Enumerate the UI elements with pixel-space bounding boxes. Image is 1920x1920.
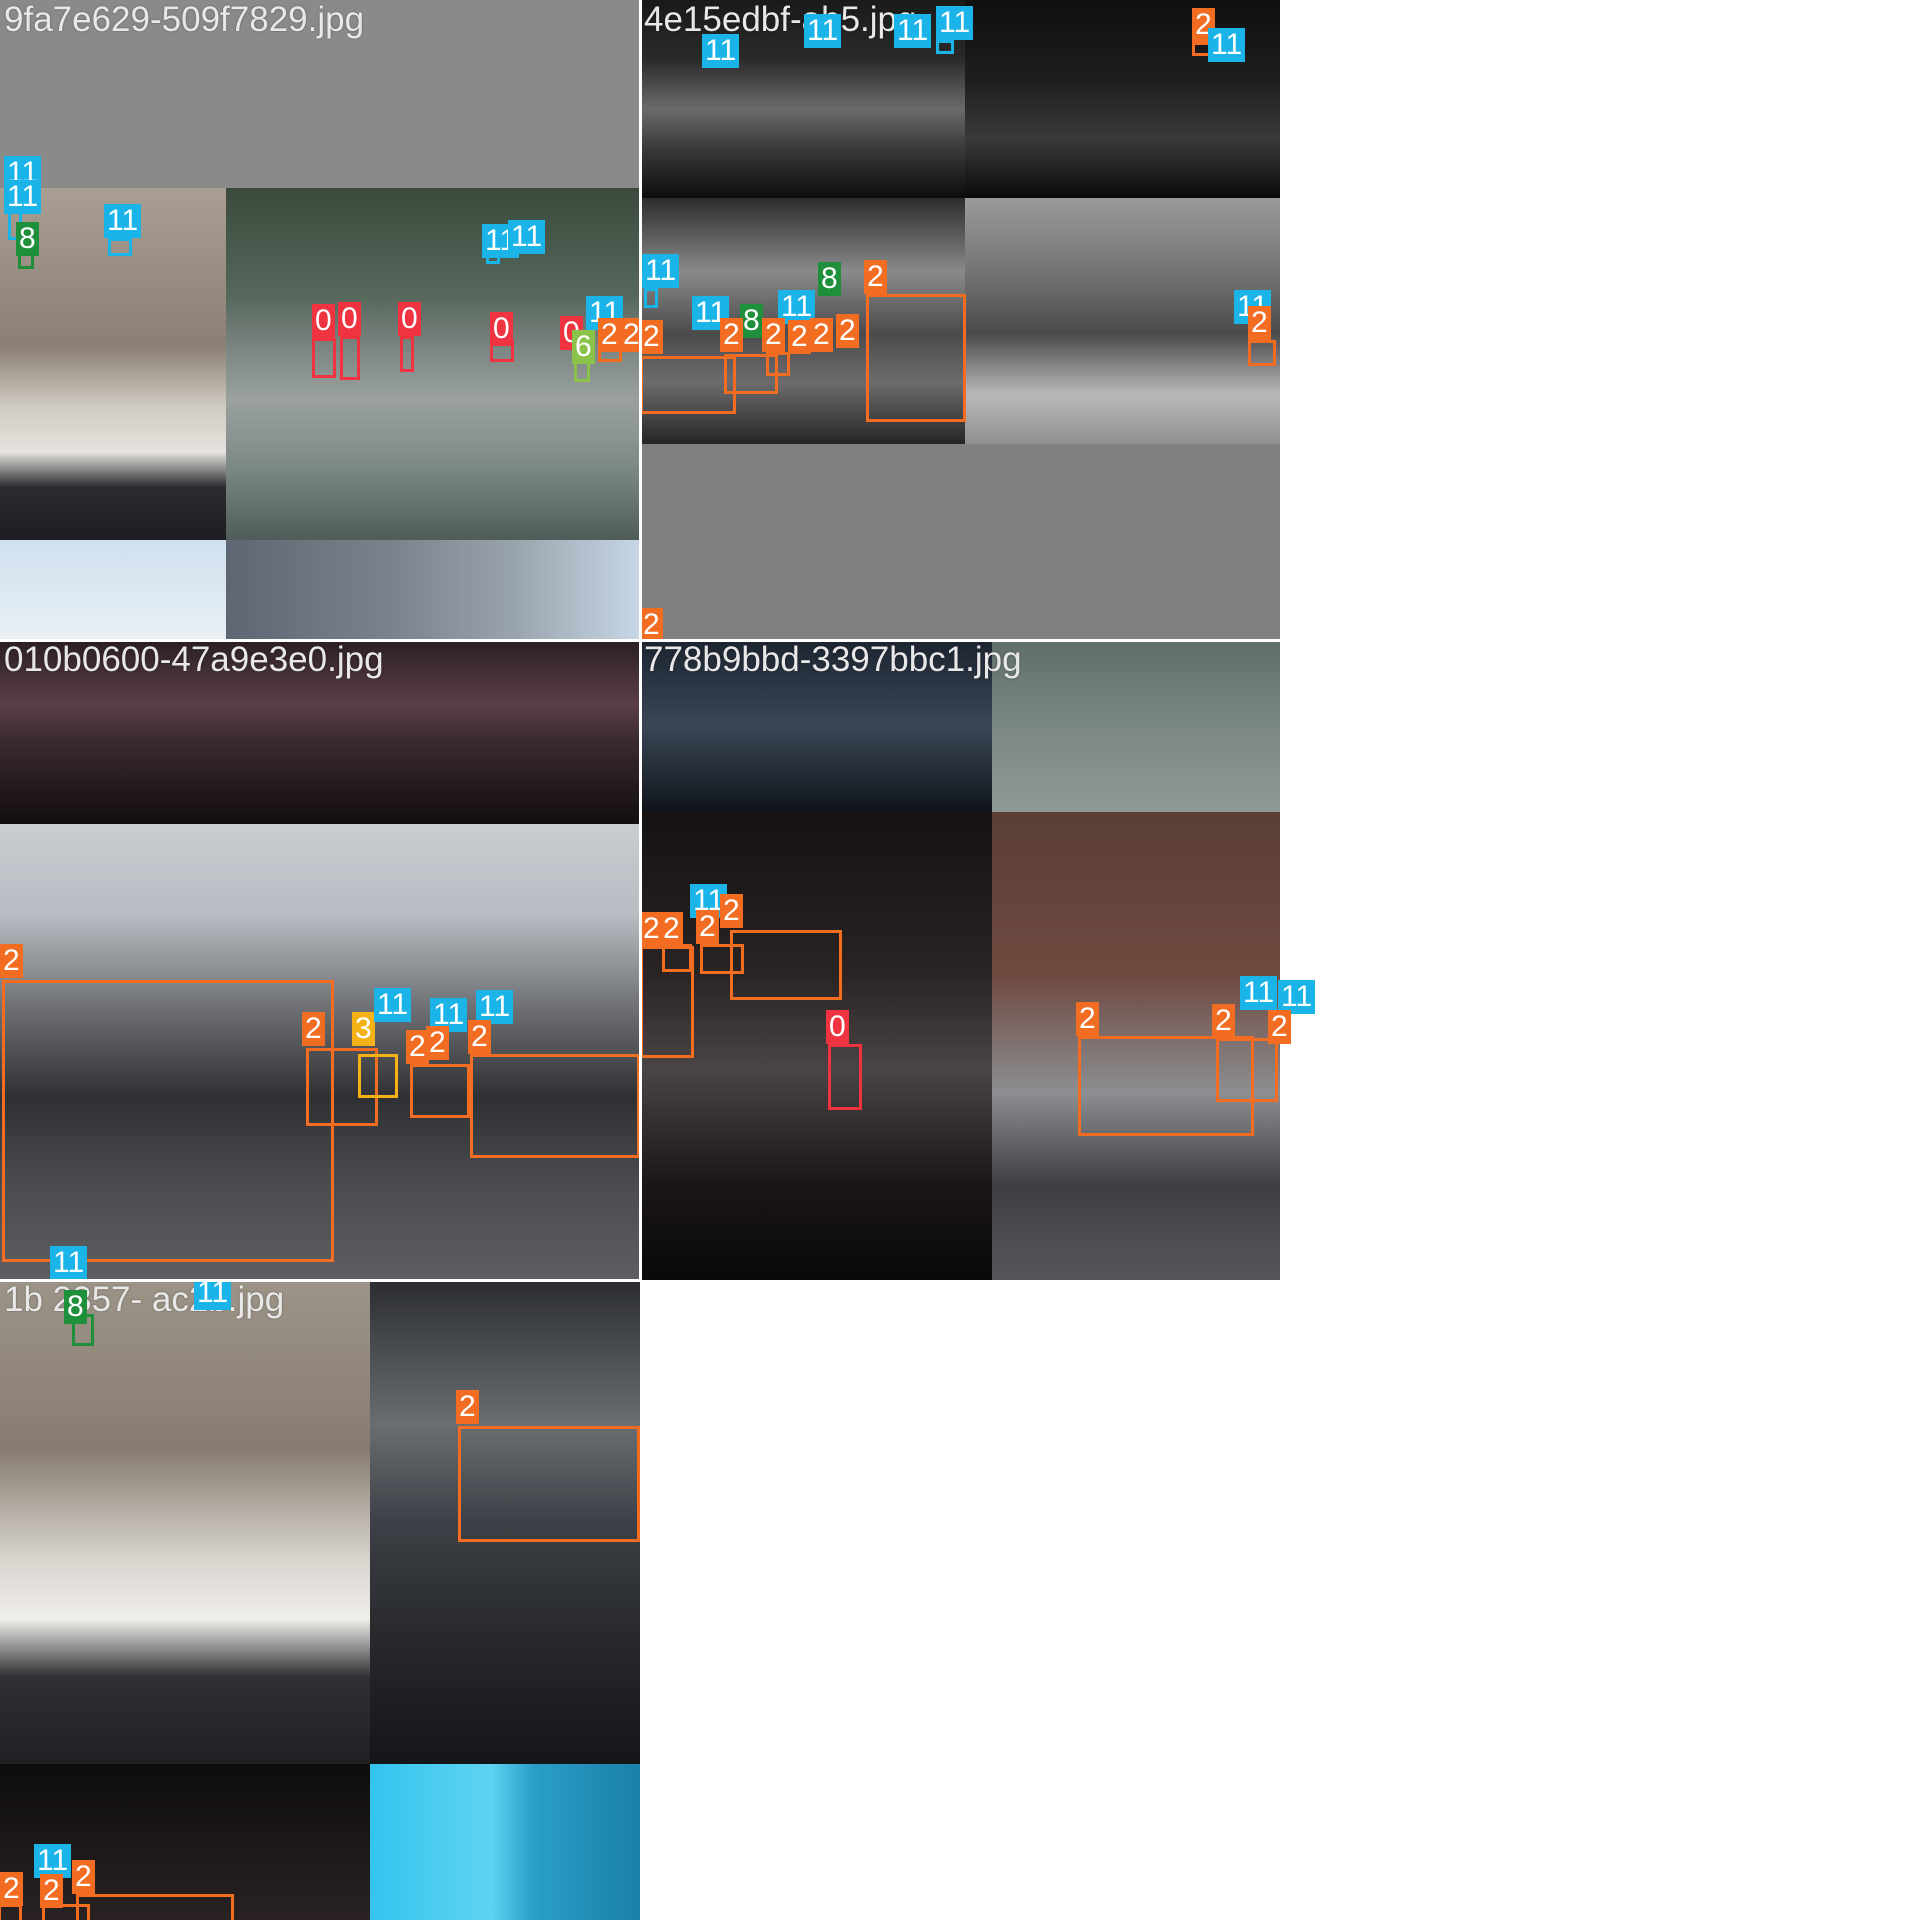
tile-1-label-3: 8: [16, 222, 39, 256]
tile-5-label-2: 8: [64, 1290, 87, 1324]
tile-1-box-7: [312, 338, 336, 378]
tile-1-label-8: 0: [338, 302, 361, 336]
tile-4-box-8: [1216, 1038, 1278, 1102]
tile-5-label-6: 2: [0, 1872, 23, 1906]
tile-1-label-15: 2: [620, 318, 640, 352]
tile-4-label-10: 11: [1278, 980, 1316, 1014]
tile-4: 778b9bbd-3397bbc1.jpg 2 2 11 2 2 0 2 2: [640, 640, 1280, 1280]
tile-3-label-8: 2: [426, 1026, 449, 1060]
tile-4-box-6: [828, 1044, 862, 1110]
tile-3-label-1: 2: [0, 944, 23, 978]
tile-2-label-6: 11: [1208, 28, 1246, 62]
tile-1-sky-photo: [0, 540, 226, 640]
tile-1-building-photo: [226, 540, 640, 640]
tile-2-label-18: 2: [836, 314, 859, 348]
tile-2-label-1: 11: [702, 34, 740, 68]
tile-3-box-7: [410, 1064, 470, 1118]
tile-1-label-12: 6: [572, 330, 595, 364]
tile-3: 010b0600-47a9e3e0.jpg 2 2 3 11 11 11 2 2…: [0, 640, 640, 1280]
tile-5-sky-building-photo: [370, 1764, 640, 1920]
tile-2-box-4: [936, 40, 954, 54]
tile-2-street-buildings: [965, 198, 1280, 444]
tile-2-label-3: 11: [894, 14, 932, 48]
tile-1-label-7: 0: [312, 304, 335, 338]
tile-5-label-7: 2: [40, 1874, 63, 1908]
tile-4-box-2: [662, 944, 692, 972]
tile-2-box-20: [1248, 340, 1276, 366]
tile-2-box-15: [766, 352, 790, 376]
tile-2-label-14: 2: [720, 318, 743, 352]
separator-horizontal-2: [0, 1279, 640, 1282]
tile-4-label-11: 2: [1268, 1010, 1291, 1044]
tile-3-label-4: 11: [374, 988, 412, 1022]
tile-2-box-13: [640, 356, 736, 414]
tile-3-label-9: 2: [468, 1020, 491, 1054]
tile-3-label-10: 11: [50, 1246, 88, 1280]
tile-5-filename: 1b 2357- ac2b.jpg: [4, 1280, 285, 1319]
tile-2-label-2: 11: [804, 14, 842, 48]
tile-5-storefront-photo: [0, 1280, 370, 1764]
tile-2-label-7: 11: [642, 254, 680, 288]
tile-3-box-3: [358, 1054, 398, 1098]
tile-5-box-8: [76, 1894, 234, 1920]
tile-2-label-20: 2: [1248, 306, 1271, 340]
tile-4-filename: 778b9bbd-3397bbc1.jpg: [644, 640, 1022, 679]
tile-3-filename: 010b0600-47a9e3e0.jpg: [4, 640, 384, 679]
tile-4-label-5: 2: [720, 894, 743, 928]
tile-1-label-9: 0: [398, 302, 421, 336]
tile-2-label-17: 2: [810, 318, 833, 352]
tile-1-label-2: 11: [4, 180, 42, 214]
tile-2-label-15: 2: [762, 318, 785, 352]
tile-4-label-2: 2: [660, 912, 683, 946]
tile-4-label-6: 0: [826, 1010, 849, 1044]
tile-1-box-9: [400, 336, 414, 372]
tile-3-box-9: [470, 1054, 640, 1158]
tile-1-label-4: 11: [104, 204, 142, 238]
detection-mosaic: 9fa7e629-509f7829.jpg 11 11 8 11 11 11 0…: [0, 0, 1920, 1920]
tile-3-label-3: 3: [352, 1012, 375, 1046]
separator-horizontal-1: [0, 639, 1280, 642]
tile-2: 4e15edbf-ab5.jpg 11 11 11 11 2 11 11 8 2…: [640, 0, 1280, 640]
tile-4-box-5: [730, 930, 842, 1000]
tile-4-label-7: 2: [1076, 1002, 1099, 1036]
tile-4-label-9: 11: [1240, 976, 1278, 1010]
tile-1: 9fa7e629-509f7829.jpg 11 11 8 11 11 11 0…: [0, 0, 640, 640]
tile-5-label-4: 2: [456, 1390, 479, 1424]
tile-4-road-photo: [992, 640, 1280, 812]
tile-1-label-14: 2: [598, 318, 621, 352]
tile-5-label-8: 2: [72, 1860, 95, 1894]
tile-5: 1b 2357- ac2b.jpg 11 8 11 2 11 2 2 2: [0, 1280, 640, 1920]
tile-2-label-4: 11: [936, 6, 974, 40]
tile-2-label-9: 2: [864, 260, 887, 294]
tile-4-label-8: 2: [1212, 1004, 1235, 1038]
tile-5-box-4: [458, 1426, 640, 1542]
tile-5-label-5: 11: [34, 1844, 72, 1878]
tile-2-label-8: 8: [818, 262, 841, 296]
tile-2-label-21: 2: [640, 608, 663, 640]
tile-4-label-4: 2: [696, 910, 719, 944]
tile-5-label-3: 11: [194, 1280, 232, 1310]
tile-1-filename: 9fa7e629-509f7829.jpg: [4, 0, 365, 39]
tile-2-box-9: [866, 294, 966, 422]
tile-2-label-13: 2: [640, 320, 663, 354]
tile-1-label-6: 11: [508, 220, 546, 254]
tile-5-box-6: [0, 1904, 22, 1920]
tile-1-box-8: [340, 336, 360, 380]
tile-2-filename: 4e15edbf-ab5.jpg: [644, 0, 917, 39]
tile-1-label-10: 0: [490, 312, 513, 346]
tile-2-label-16: 2: [788, 320, 811, 354]
tile-3-label-6: 11: [476, 990, 514, 1024]
tile-1-box-4: [108, 238, 132, 256]
tile-3-label-2: 2: [302, 1012, 325, 1046]
tile-2-label-11: 8: [740, 304, 763, 338]
tile-3-box-1: [2, 980, 334, 1262]
tile-2-box-7: [644, 288, 658, 308]
